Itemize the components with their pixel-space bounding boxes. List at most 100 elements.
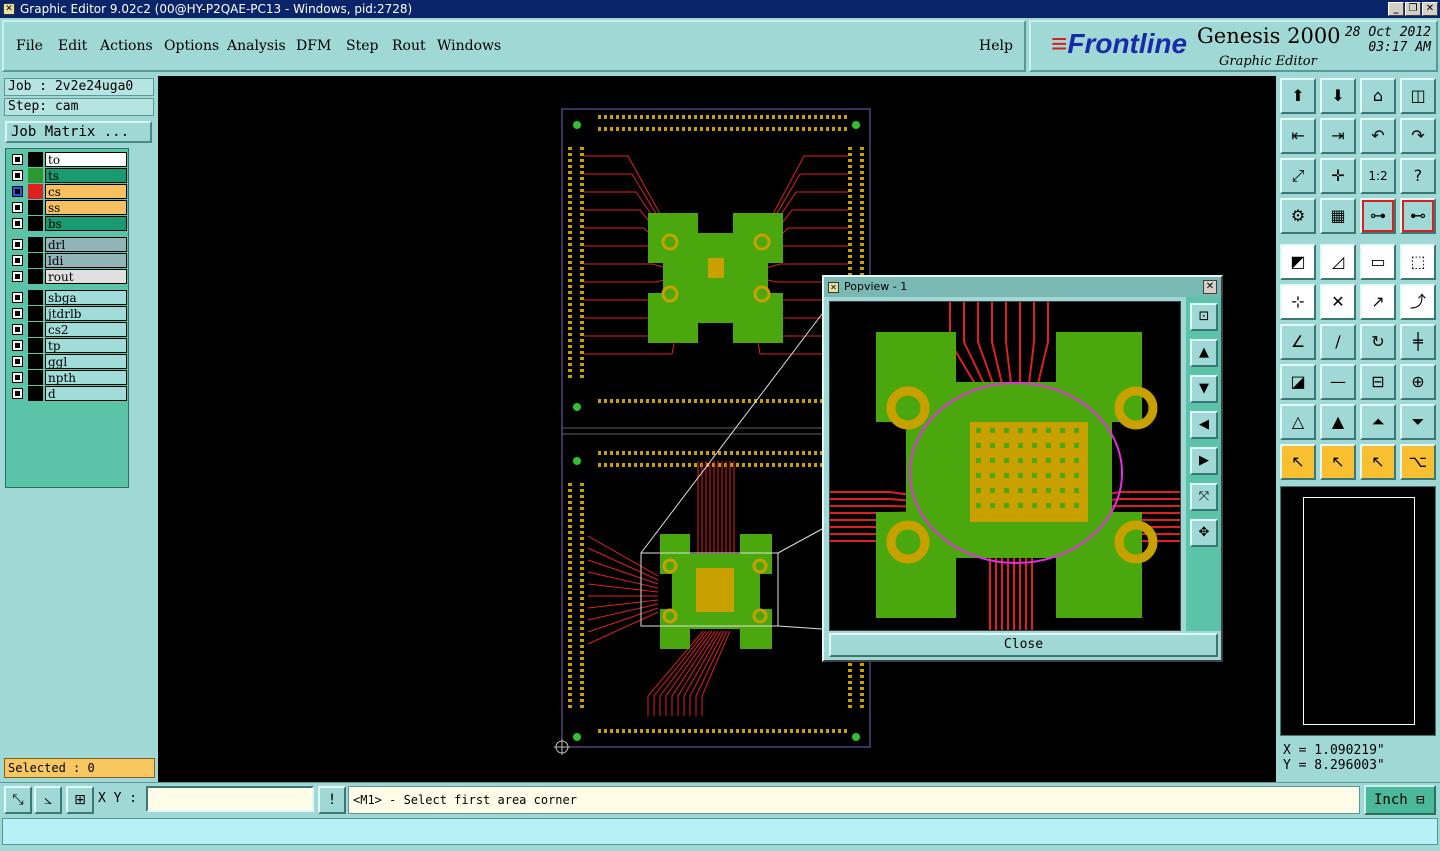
home-icon[interactable]: ⌂ xyxy=(1360,78,1396,114)
layer-row-bs[interactable]: bs xyxy=(9,216,127,231)
fit-icon[interactable]: ⤢ xyxy=(1280,158,1316,194)
layer-color-swatch[interactable] xyxy=(28,184,43,199)
layer-name[interactable]: bs xyxy=(45,216,127,231)
layer-color-swatch[interactable] xyxy=(28,306,43,321)
merge-icon[interactable]: ⊕ xyxy=(1400,364,1436,400)
layer-name[interactable]: ss xyxy=(45,200,127,215)
layer-name[interactable]: ldi xyxy=(45,253,127,268)
layer-checkbox[interactable] xyxy=(12,239,23,250)
layer-row-drl[interactable]: drl xyxy=(9,237,127,252)
scale-icon[interactable]: 1:2 xyxy=(1360,158,1396,194)
popview-close-button[interactable]: Close xyxy=(829,633,1218,657)
layer-name[interactable]: d xyxy=(45,386,127,401)
layer-name[interactable]: npth xyxy=(45,370,127,385)
alert-icon[interactable]: ! xyxy=(318,786,346,814)
add-pad-icon[interactable]: ◩ xyxy=(1280,244,1316,280)
layer-row-npth[interactable]: npth xyxy=(9,370,127,385)
popview-image[interactable] xyxy=(829,301,1181,631)
cut-icon[interactable]: — xyxy=(1320,364,1356,400)
layer-color-swatch[interactable] xyxy=(28,386,43,401)
layer-color-swatch[interactable] xyxy=(28,322,43,337)
pan-down-icon[interactable]: ▼ xyxy=(1190,375,1218,403)
split-icon[interactable]: ╪ xyxy=(1400,324,1436,360)
layer-name[interactable]: drl xyxy=(45,237,127,252)
net-icon[interactable]: ⊷ xyxy=(1400,198,1436,234)
arc-cw-icon[interactable]: ↻ xyxy=(1360,324,1396,360)
menu-windows[interactable]: Windows xyxy=(437,38,501,54)
layer-color-swatch[interactable] xyxy=(28,253,43,268)
layer-color-swatch[interactable] xyxy=(28,338,43,353)
step-left-icon[interactable]: ⇤ xyxy=(1280,118,1316,154)
layer-checkbox[interactable] xyxy=(12,308,23,319)
select-box-icon[interactable]: ⬚ xyxy=(1400,244,1436,280)
menu-dfm[interactable]: DFM xyxy=(296,38,331,54)
pointer-box-icon[interactable]: ↖ xyxy=(1320,444,1356,480)
layer-checkbox[interactable] xyxy=(12,292,23,303)
layer-name[interactable]: jtdrlb xyxy=(45,306,127,321)
zoom-fit-icon[interactable]: ⊡ xyxy=(1190,303,1218,331)
layer-color-swatch[interactable] xyxy=(28,168,43,183)
layer-checkbox[interactable] xyxy=(12,324,23,335)
layer-name[interactable]: tp xyxy=(45,338,127,353)
save-icon[interactable]: ⬇ xyxy=(1320,78,1356,114)
layer-color-swatch[interactable] xyxy=(28,269,43,284)
layer-checkbox[interactable] xyxy=(12,388,23,399)
menu-actions[interactable]: Actions xyxy=(100,38,153,54)
layer-row-ts[interactable]: ts xyxy=(9,168,127,183)
tri-b-icon[interactable]: ⏶ xyxy=(1360,404,1396,440)
settings-icon[interactable]: ⚙ xyxy=(1280,198,1316,234)
box-icon[interactable]: ⊟ xyxy=(1360,364,1396,400)
query-icon[interactable]: ? xyxy=(1400,158,1436,194)
select-mode-icon[interactable]: ⤡ xyxy=(4,786,32,814)
layer-checkbox[interactable] xyxy=(12,170,23,181)
job-matrix-button[interactable]: Job Matrix ... xyxy=(5,121,152,143)
close-window-button[interactable]: ✕ xyxy=(1422,2,1438,16)
tri-c-icon[interactable]: ⏷ xyxy=(1400,404,1436,440)
menu-edit[interactable]: Edit xyxy=(58,38,87,54)
layer-color-swatch[interactable] xyxy=(28,370,43,385)
grid-mode-icon[interactable]: ⊞ xyxy=(66,786,94,814)
ruler-icon[interactable]: ▭ xyxy=(1360,244,1396,280)
layer-row-ggl[interactable]: ggl xyxy=(9,354,127,369)
xy-input[interactable] xyxy=(146,786,314,812)
undo-icon[interactable]: ↶ xyxy=(1360,118,1396,154)
layer-checkbox[interactable] xyxy=(12,340,23,351)
pad-edit-icon[interactable]: ◪ xyxy=(1280,364,1316,400)
layer-checkbox[interactable] xyxy=(12,271,23,282)
layer-name[interactable]: sbga xyxy=(45,290,127,305)
layer-checkbox[interactable] xyxy=(12,372,23,383)
layer-row-sbga[interactable]: sbga xyxy=(9,290,127,305)
measure-mode-icon[interactable]: ⦣ xyxy=(34,786,62,814)
layer-row-jtdrlb[interactable]: jtdrlb xyxy=(9,306,127,321)
layer-name[interactable]: ts xyxy=(45,168,127,183)
layer-row-tp[interactable]: tp xyxy=(9,338,127,353)
center-icon[interactable]: ✛ xyxy=(1320,158,1356,194)
overview-map[interactable] xyxy=(1280,486,1436,736)
pan-right-icon[interactable]: ▶ xyxy=(1190,447,1218,475)
layer-row-cs[interactable]: cs xyxy=(9,184,127,199)
layer-color-swatch[interactable] xyxy=(28,152,43,167)
snap-icon[interactable]: ⊶ xyxy=(1360,198,1396,234)
layer-color-swatch[interactable] xyxy=(28,237,43,252)
layer-row-ldi[interactable]: ldi xyxy=(9,253,127,268)
layer-checkbox[interactable] xyxy=(12,154,23,165)
menu-analysis[interactable]: Analysis xyxy=(227,38,286,54)
layer-name[interactable]: to xyxy=(45,152,127,167)
layer-row-rout[interactable]: rout xyxy=(9,269,127,284)
step-right-icon[interactable]: ⇥ xyxy=(1320,118,1356,154)
pan-left-icon[interactable]: ◀ xyxy=(1190,411,1218,439)
tri-a-icon[interactable]: ▲ xyxy=(1320,404,1356,440)
layer-checkbox[interactable] xyxy=(12,202,23,213)
pointer-icon[interactable]: ↖ xyxy=(1280,444,1316,480)
layer-row-ss[interactable]: ss xyxy=(9,200,127,215)
layer-checkbox[interactable] xyxy=(12,186,23,197)
draw-line-icon[interactable]: ◿ xyxy=(1320,244,1356,280)
move-icon[interactable]: ⊹ xyxy=(1280,284,1316,320)
redo-icon[interactable]: ↷ xyxy=(1400,118,1436,154)
triangle-icon[interactable]: △ xyxy=(1280,404,1316,440)
layer-color-swatch[interactable] xyxy=(28,200,43,215)
zoom-in-icon[interactable]: ⤧ xyxy=(1190,483,1218,511)
pointer-alt-icon[interactable]: ↖ xyxy=(1360,444,1396,480)
pan-up-icon[interactable]: ▲ xyxy=(1190,339,1218,367)
layer-row-d[interactable]: d xyxy=(9,386,127,401)
